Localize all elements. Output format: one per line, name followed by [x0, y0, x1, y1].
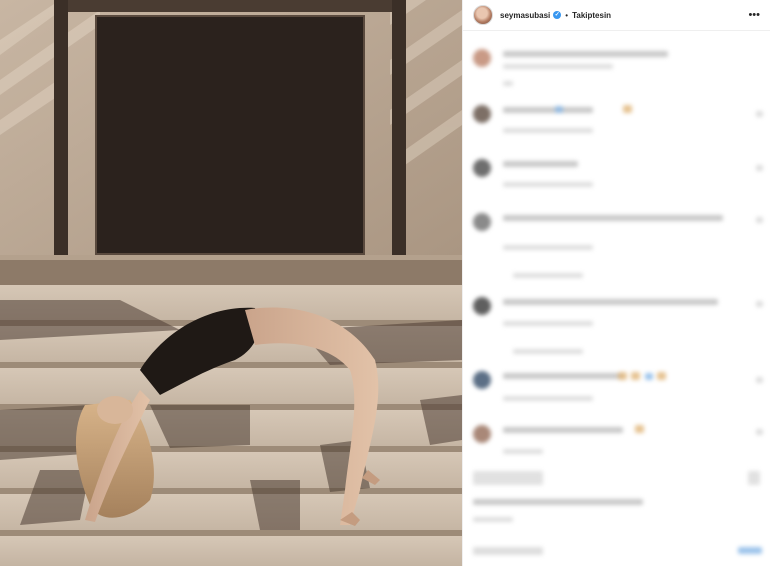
comment-meta	[503, 81, 513, 86]
emoji	[645, 373, 653, 380]
post-photo[interactable]	[0, 0, 462, 566]
comment-line	[503, 51, 668, 57]
comment-meta	[503, 128, 593, 133]
comment-meta	[503, 321, 593, 326]
post-header: seymasubasi ✓ • Takiptesin •••	[463, 0, 770, 31]
comment-meta	[513, 273, 583, 278]
comment-line	[503, 215, 723, 221]
comment-avatar	[473, 213, 491, 231]
more-options-icon[interactable]: •••	[748, 9, 760, 21]
comment-like-icon[interactable]	[756, 111, 763, 117]
comment-avatar	[473, 159, 491, 177]
comment-meta	[503, 182, 593, 187]
action-icons[interactable]	[473, 471, 543, 485]
comment-like-icon[interactable]	[756, 377, 763, 383]
comment-like-icon[interactable]	[756, 301, 763, 307]
comment-meta	[503, 396, 593, 401]
likes-count	[473, 499, 643, 505]
comment-line	[503, 427, 623, 433]
comment-line	[503, 299, 718, 305]
verified-badge-icon: ✓	[553, 11, 562, 19]
comment-line	[503, 161, 578, 167]
comment-avatar	[473, 297, 491, 315]
post-side-panel: seymasubasi ✓ • Takiptesin •••	[462, 0, 770, 566]
separator-dot: •	[565, 10, 569, 20]
comment-line	[503, 373, 623, 379]
comment-like-icon[interactable]	[756, 217, 763, 223]
comment-meta	[503, 449, 543, 454]
timestamp	[473, 517, 513, 522]
emoji	[635, 425, 644, 433]
comment-meta	[503, 245, 593, 250]
comment-avatar	[473, 425, 491, 443]
comments-list-blurred	[463, 31, 770, 566]
comment-like-icon[interactable]	[756, 165, 763, 171]
emoji	[618, 372, 627, 380]
comment-avatar	[473, 371, 491, 389]
comment-avatar	[473, 49, 491, 67]
post-comment-button[interactable]	[738, 547, 762, 554]
comment-avatar	[473, 105, 491, 123]
avatar[interactable]	[473, 5, 493, 25]
comment-line	[503, 107, 593, 113]
photo-illustration	[0, 0, 462, 566]
emoji	[631, 372, 640, 380]
emoji	[623, 105, 632, 113]
add-comment-input[interactable]	[473, 547, 543, 555]
bookmark-icon[interactable]	[748, 471, 760, 485]
follow-status-button[interactable]: Takiptesin	[572, 11, 611, 20]
emoji	[555, 106, 563, 113]
emoji	[657, 372, 666, 380]
comment-meta	[513, 349, 583, 354]
comment-like-icon[interactable]	[756, 429, 763, 435]
username-link[interactable]: seymasubasi	[500, 11, 550, 20]
comment-meta	[503, 64, 613, 69]
